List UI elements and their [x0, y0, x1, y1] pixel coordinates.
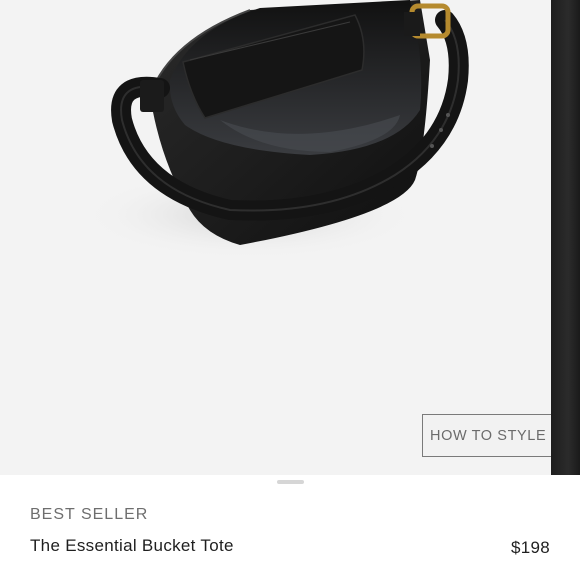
product-image-gallery[interactable]: HOW TO STYLE IT	[0, 0, 580, 475]
gallery-slide-next-peek[interactable]	[551, 0, 580, 475]
gallery-slide-current[interactable]	[0, 0, 551, 475]
product-info[interactable]: BEST SELLER The Essential Bucket Tote $1…	[0, 490, 580, 580]
product-price: $198	[510, 538, 550, 557]
best-seller-badge: BEST SELLER	[30, 506, 149, 523]
product-image	[80, 0, 469, 260]
product-name[interactable]: The Essential Bucket Tote	[30, 536, 234, 556]
how-to-style-it-button[interactable]: HOW TO STYLE IT	[422, 414, 551, 457]
gallery-pager-indicator	[277, 480, 304, 484]
